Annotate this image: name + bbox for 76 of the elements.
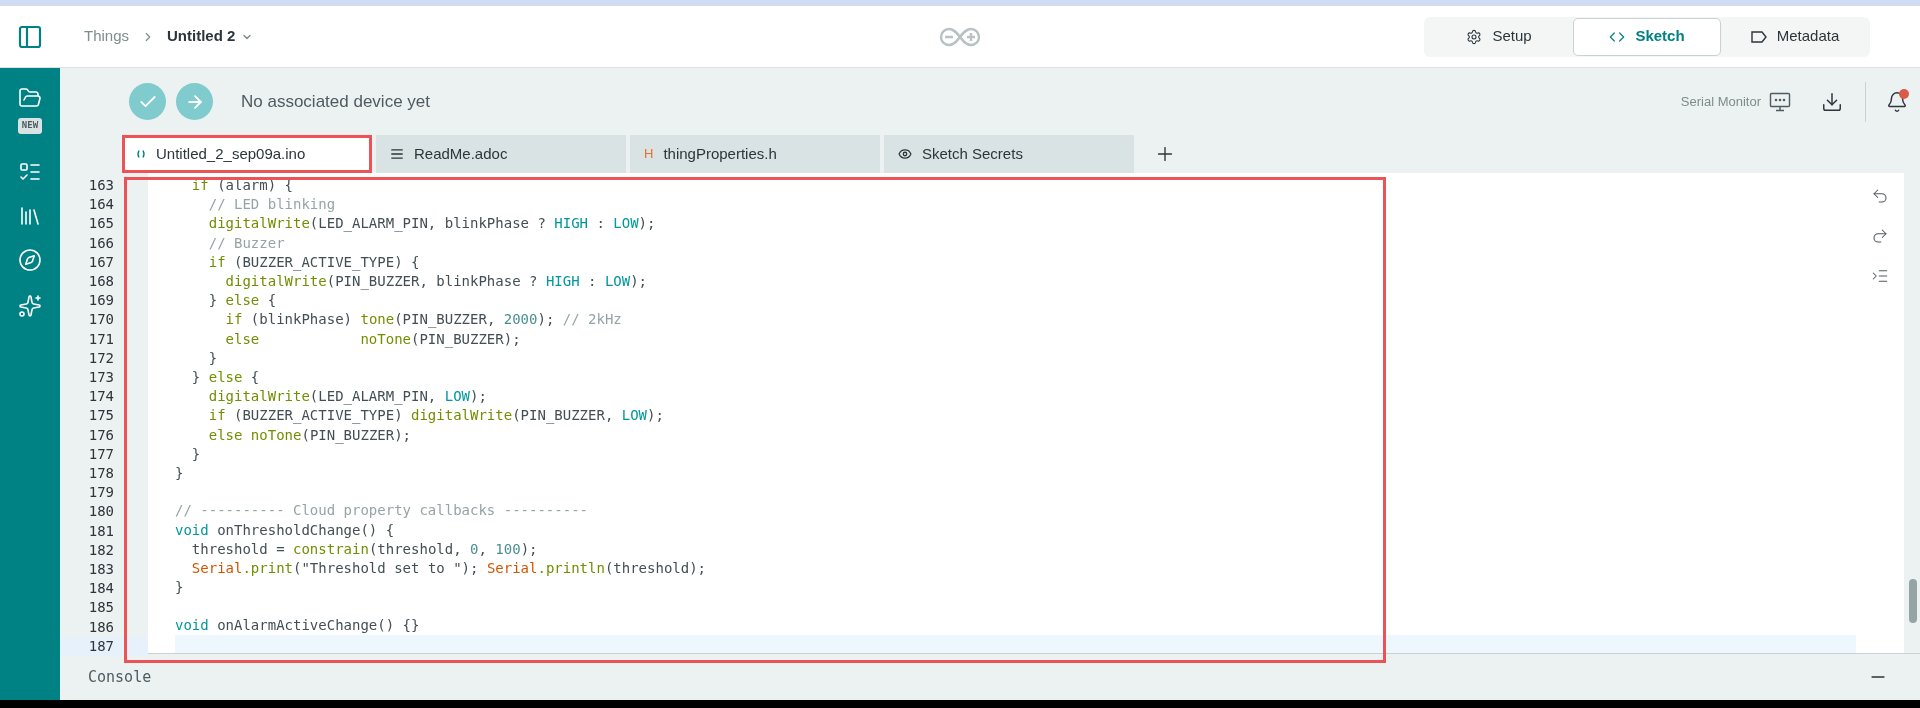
console-title: Console [88,666,152,688]
line-number: 163 [87,176,115,195]
label-icon [1750,30,1767,43]
code-line: else noTone(PIN_BUZZER); [224,329,521,349]
code-line: digitalWrite(LED_ALARM_PIN, blinkPhase ? HIGH : LOW); [207,214,656,234]
code-line: threshold = constrain(threshold, 0, 100); [190,539,538,559]
line-number: 165 [87,214,115,234]
file-tab[interactable]: H thingProperties.h [630,135,880,173]
code-line: } [190,444,201,464]
line-number: 184 [87,579,115,599]
line-number: 171 [87,329,115,349]
code-icon [136,149,146,159]
folder-icon[interactable] [18,86,42,110]
line-number: 176 [87,425,115,445]
redo-icon[interactable] [1871,227,1889,245]
code-line: if (blinkPhase) tone(PIN_BUZZER, 2000); // 2kHz [224,310,622,330]
line-number: 170 [87,310,115,330]
code-line: } [175,464,184,484]
line-number: 164 [87,195,115,215]
file-tab[interactable]: Sketch Secrets [884,135,1134,173]
line-number: 179 [87,483,115,503]
device-status: No associated device yet [241,90,430,113]
line-number: 178 [87,464,115,484]
code-line: else noTone(PIN_BUZZER); [207,425,412,445]
logo-icon [938,27,982,47]
undo-icon[interactable] [1871,187,1889,205]
view-tab[interactable]: Setup [1425,17,1573,56]
line-number: 172 [87,348,115,368]
line-number: 180 [87,502,115,522]
breadcrumb-link[interactable]: Things [84,25,130,48]
line-number: 166 [87,233,115,253]
eye-icon [898,147,912,161]
line-number: 183 [87,560,115,580]
indent-icon[interactable] [1871,267,1889,285]
line-number: 186 [87,617,115,637]
header-file-icon: H [644,144,654,164]
line-number: 168 [87,272,115,291]
file-tab[interactable]: Untitled_2_sep09a.ino [122,135,372,173]
line-number: 167 [87,252,115,272]
line-number: 177 [87,444,115,464]
line-number: 181 [87,521,115,541]
notification-button[interactable] [1886,90,1908,113]
text-lines-icon [390,147,404,161]
line-number: 185 [87,598,115,618]
sparkles-icon[interactable] [18,293,42,318]
code-line: void onAlarmActiveChange() {} [175,615,420,635]
code-line: } [175,578,184,598]
code-line: } [207,348,218,368]
scrollbar-thumb [1909,579,1917,623]
line-number: 169 [87,291,115,311]
code-line: if (BUZZER_ACTIVE_TYPE) { [207,252,420,272]
thing-name[interactable]: Untitled 2 [167,25,236,48]
code-line: void onThresholdChange() { [175,520,395,540]
code-line: // ---------- Cloud property callbacks ---------- [175,501,588,521]
code-line: // LED blinking [207,195,336,215]
line-number: 182 [87,540,115,560]
file-tab[interactable]: ReadMe.adoc [376,135,626,173]
compass-icon[interactable] [18,247,42,272]
monitor-icon [1769,90,1791,113]
new-badge: NEW [17,118,43,134]
line-number: 187 [60,636,148,657]
gear-icon [1466,28,1483,45]
sidebar-toggle-icon[interactable] [18,24,42,49]
code-line: } else { [207,291,277,311]
code-line: if (BUZZER_ACTIVE_TYPE) digitalWrite(PIN_BUZZER, LOW); [207,406,664,426]
code-line: } else { [190,368,260,388]
code-line: digitalWrite(LED_ALARM_PIN, LOW); [207,387,487,407]
line-number: 174 [87,387,115,407]
download-icon[interactable] [1821,90,1843,113]
view-tab[interactable]: Metadata [1721,17,1869,56]
view-tab[interactable]: Sketch [1573,17,1721,56]
code-line: digitalWrite(PIN_BUZZER, blinkPhase ? HIGH : LOW); [224,272,648,292]
line-number: 173 [87,368,115,388]
code-line: Serial.print("Threshold set to "); Serial.println(threshold); [190,559,707,579]
code-line: // Buzzer [207,233,285,253]
line-number: 175 [87,406,115,426]
